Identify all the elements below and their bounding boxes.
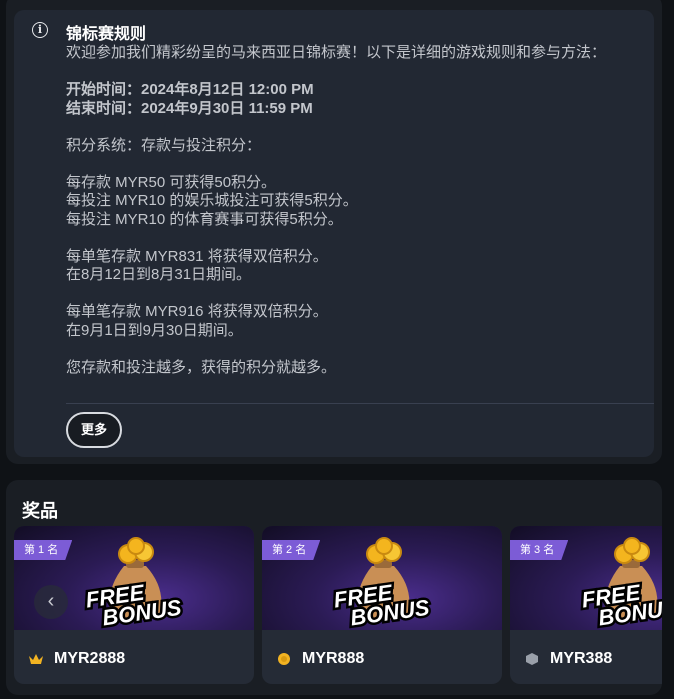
prize-card[interactable]: FREE BONUS 第 3 名 MYR388 <box>510 526 662 684</box>
points-rule: 每投注 MYR10 的娱乐城投注可获得5积分。 <box>66 192 358 209</box>
rank-badge: 第 3 名 <box>510 540 569 560</box>
rank-badge: 第 2 名 <box>262 540 321 560</box>
prize-value: MYR2888 <box>54 650 126 667</box>
points-rule: 每投注 MYR10 的体育赛事可获得5积分。 <box>66 210 343 228</box>
prize-value: MYR888 <box>302 650 365 667</box>
prizes-title: 奖品 <box>22 501 58 521</box>
rules-card: i 锦标赛规则 欢迎参加我们精彩纷呈的马来西亚日锦标赛！以下是详细的游戏规则和参… <box>14 10 654 457</box>
crown-icon <box>29 654 43 664</box>
carousel-prev-button[interactable]: ‹ <box>34 585 68 619</box>
double-points-period: 在9月1日到9月30日期间。 <box>66 321 243 339</box>
rules-title: 锦标赛规则 <box>66 26 147 43</box>
start-time: 开始时间：2024年8月12日 12:00 PM <box>66 81 314 98</box>
rank-badge: 第 1 名 <box>14 540 73 560</box>
prize-card[interactable]: FREE BONUS 第 2 名 MYR888 <box>262 526 502 684</box>
info-icon: i <box>32 22 48 38</box>
prizes-section: 奖品 FREE BONUS 第 1 名 MYR2888 FREE BONUS 第… <box>6 480 662 695</box>
hexagon-icon <box>526 653 538 665</box>
rules-intro: 欢迎参加我们精彩纷呈的马来西亚日锦标赛！以下是详细的游戏规则和参与方法： <box>66 44 607 61</box>
divider <box>66 403 654 404</box>
points-system: 积分系统：存款与投注积分： <box>66 136 262 154</box>
double-points-period: 在8月12日到8月31日期间。 <box>66 266 252 283</box>
prize-banner: FREE BONUS 第 2 名 <box>262 526 502 630</box>
double-points-rule: 每单笔存款 MYR916 将获得双倍积分。 <box>66 303 328 320</box>
points-rule: 每存款 MYR50 可获得50积分。 <box>66 173 277 191</box>
gold-medal-icon <box>278 653 290 665</box>
prize-value: MYR388 <box>550 650 613 667</box>
rules-body: 欢迎参加我们精彩纷呈的马来西亚日锦标赛！以下是详细的游戏规则和参与方法： 开始时… <box>66 44 638 377</box>
end-time: 结束时间：2024年9月30日 11:59 PM <box>66 99 313 117</box>
prize-banner: FREE BONUS 第 3 名 <box>510 526 662 630</box>
double-points-rule: 每单笔存款 MYR831 将获得双倍积分。 <box>66 247 328 265</box>
rules-closing: 您存款和投注越多，获得的积分就越多。 <box>66 358 337 376</box>
more-button[interactable]: 更多 <box>66 412 122 448</box>
